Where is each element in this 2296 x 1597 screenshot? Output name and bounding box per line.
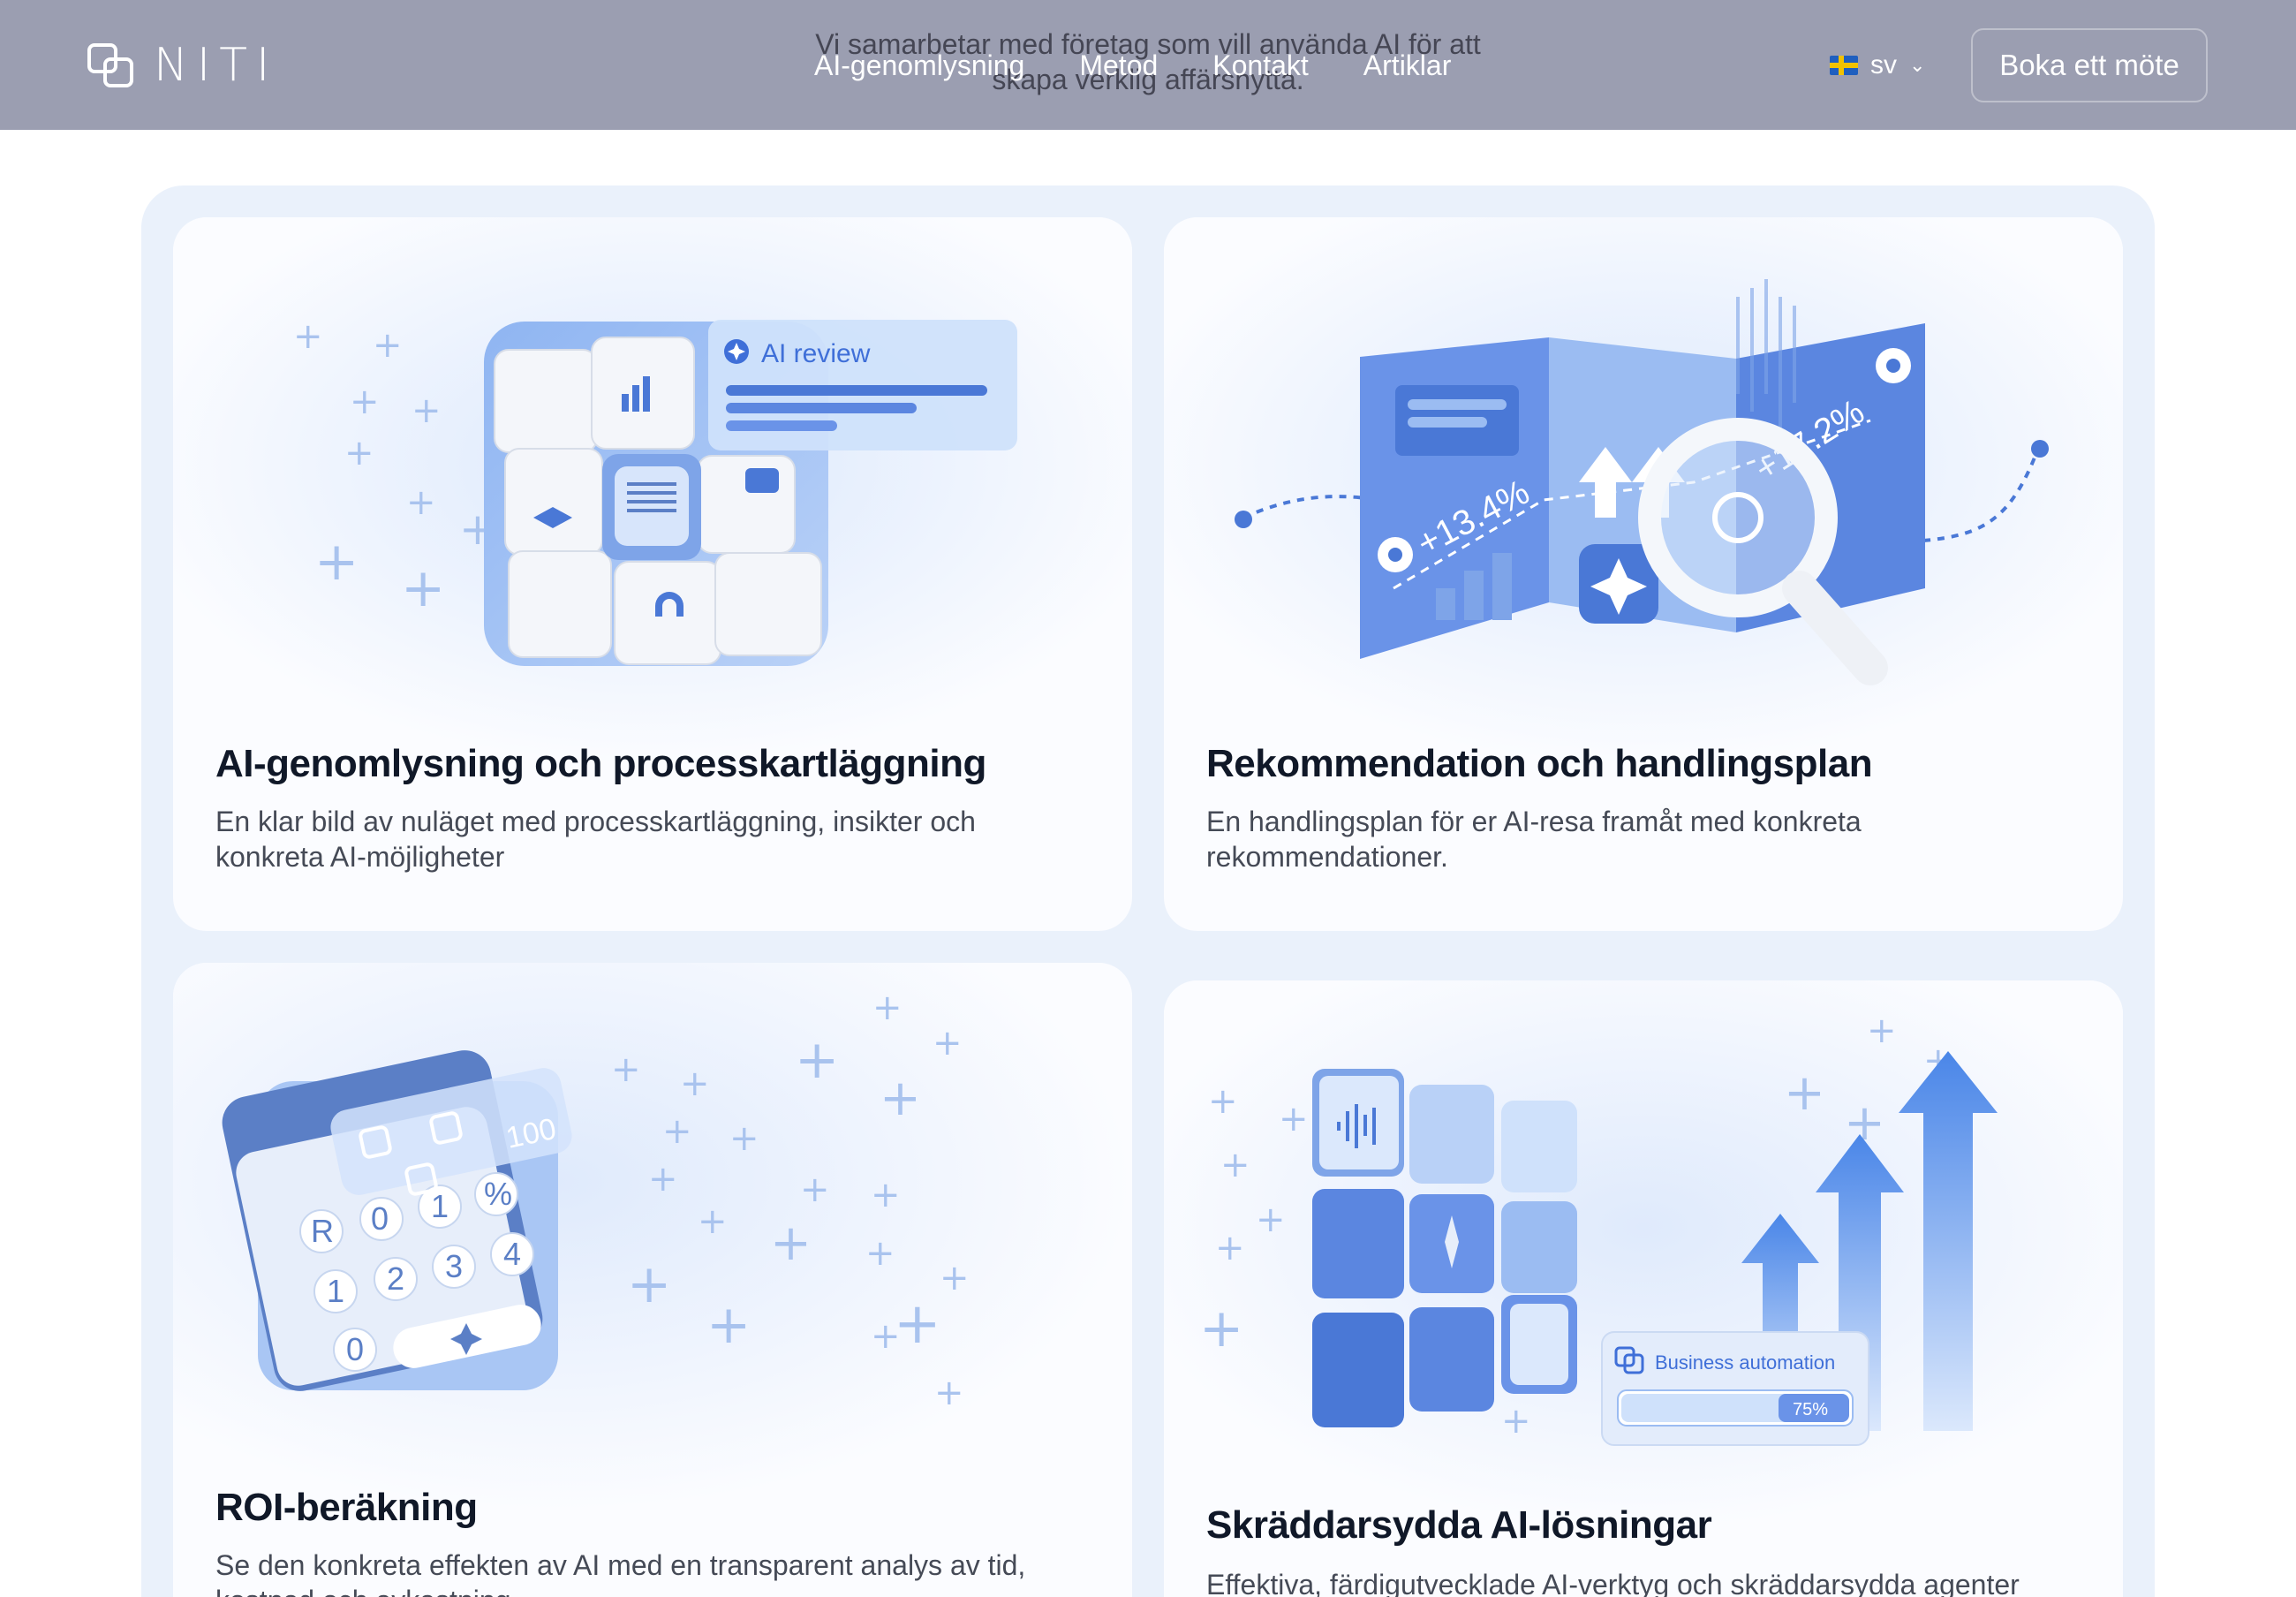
svg-text:+: + (770, 1215, 812, 1272)
key-0-top: 0 (371, 1200, 389, 1237)
svg-text:+: + (344, 433, 374, 473)
key-1: 1 (327, 1273, 344, 1309)
automation-progress-value: 75% (1793, 1400, 1828, 1419)
svg-text:+: + (412, 390, 442, 431)
key-0: 0 (346, 1331, 364, 1367)
svg-text:+: + (662, 1111, 692, 1152)
svg-text:+: + (373, 325, 403, 366)
service-card-action-plan[interactable]: +13.4% +17.2% Rekommendation och handlin… (1164, 217, 2123, 931)
nav-kontakt[interactable]: Kontakt (1212, 46, 1309, 85)
automation-progress-fill (1621, 1394, 1793, 1422)
svg-text:+: + (800, 1169, 830, 1210)
logo-icon (87, 43, 133, 87)
svg-text:+: + (698, 1201, 728, 1242)
svg-text:+: + (729, 1118, 759, 1159)
svg-text:+: + (880, 1070, 921, 1127)
svg-text:+: + (1256, 1200, 1286, 1240)
card-description: En klar bild av nuläget med processkartl… (215, 806, 976, 873)
svg-text:+: + (680, 1063, 710, 1104)
svg-text:+: + (865, 1233, 895, 1274)
svg-text:+: + (934, 1373, 964, 1413)
card-title: ROI-beräkning (215, 1486, 478, 1529)
puzzle-illustration: + ++ +++ + + + AI review (173, 217, 1132, 765)
svg-text:+: + (1784, 1064, 1825, 1122)
automation-illustration: +++ ++ + +++ ++ Business automation 75% (1164, 980, 2123, 1528)
card-description: Se den konkreta effekten av AI med en tr… (215, 1549, 1026, 1597)
main-nav: AI-genomlysning Metod Kontakt Artiklar (814, 46, 1451, 85)
svg-text:+: + (1501, 1401, 1531, 1442)
svg-text:+: + (406, 482, 436, 523)
svg-text:+: + (894, 1291, 941, 1357)
language-selector[interactable]: sv ⌄ (1830, 46, 1925, 85)
svg-text:+: + (706, 1294, 751, 1356)
service-card-ai-review[interactable]: + + + + + + + + + AI review AI-genomlysn… (173, 217, 1132, 931)
card-description: Effektiva, färdigutvecklade AI-verktyg o… (1206, 1569, 2020, 1597)
svg-text:+: + (1208, 1081, 1238, 1122)
key-2: 2 (387, 1260, 404, 1297)
language-label: sv (1870, 50, 1897, 79)
svg-text:+: + (350, 382, 380, 422)
svg-text:+: + (1220, 1145, 1250, 1185)
nav-ai-genomlysning[interactable]: AI-genomlysning (814, 46, 1024, 85)
svg-text:+: + (611, 1049, 641, 1090)
site-header: NITI Vi samarbetar med företag som vill … (0, 0, 2296, 130)
svg-text:+: + (871, 1175, 901, 1215)
logo[interactable]: NITI (87, 42, 278, 88)
swedish-flag-icon (1830, 56, 1858, 75)
svg-text:+: + (795, 1029, 839, 1091)
book-meeting-button[interactable]: Boka ett möte (1971, 28, 2208, 102)
business-automation-label: Business automation (1655, 1351, 1835, 1374)
svg-text:+: + (940, 1258, 970, 1298)
service-card-custom-ai[interactable]: + + + + + + + + + + + Business automatio… (1164, 980, 2123, 1597)
key-3: 3 (445, 1248, 463, 1284)
nav-artiklar[interactable]: Artiklar (1363, 46, 1452, 85)
card-title: Rekommendation och handlingsplan (1206, 742, 1873, 785)
card-description: En handlingsplan för er AI-resa framåt m… (1206, 806, 1862, 873)
svg-text:+: + (933, 1023, 963, 1063)
svg-text:+: + (1867, 1010, 1897, 1051)
card-title: Skräddarsydda AI-lösningar (1206, 1503, 1712, 1547)
svg-text:+: + (1215, 1228, 1245, 1268)
svg-text:+: + (627, 1253, 671, 1315)
svg-text:+: + (314, 531, 359, 593)
key-1-top: 1 (431, 1188, 449, 1224)
calculator-illustration: +++ ++ + + ++ + ++ + ++ ++ ++ + R 0 1 % 1 2 … (173, 963, 1132, 1510)
svg-text:+: + (293, 316, 323, 357)
key-r: R (311, 1213, 334, 1249)
key-percent: % (484, 1176, 512, 1212)
svg-text:+: + (872, 988, 903, 1028)
logo-text: NITI (154, 39, 279, 92)
svg-text:+: + (1199, 1298, 1243, 1359)
chevron-down-icon: ⌄ (1909, 54, 1926, 76)
svg-text:+: + (648, 1159, 678, 1200)
nav-metod[interactable]: Metod (1079, 46, 1158, 85)
svg-text:+: + (1279, 1099, 1309, 1139)
service-card-roi[interactable]: + + + + + + + + + + + + + + + + + + + + R 0 1 % 1 2 … (173, 963, 1132, 1597)
ai-review-label: AI review (761, 339, 871, 368)
svg-text:+: + (401, 557, 445, 619)
card-title: AI-genomlysning och processkartläggning (215, 742, 986, 785)
key-4: 4 (503, 1236, 521, 1272)
map-illustration: +13.4% +17.2% (1164, 217, 2123, 765)
